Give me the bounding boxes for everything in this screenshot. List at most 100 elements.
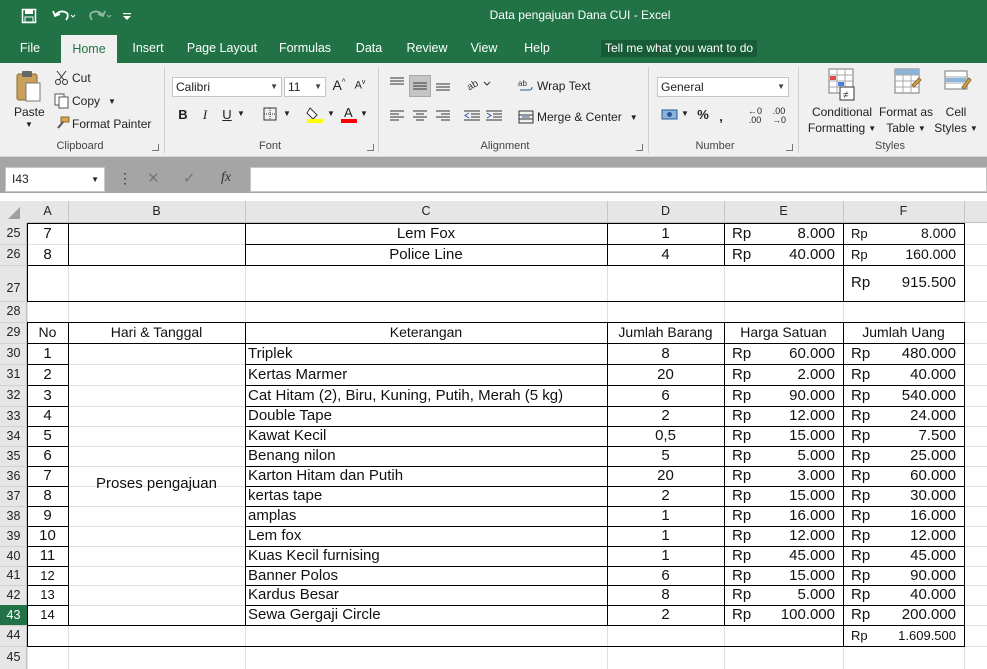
underline-icon[interactable]: U [220,107,234,122]
format-as-table-label1[interactable]: Format as [876,105,936,119]
cell-d37[interactable]: 2 [609,486,722,506]
cell-f41[interactable]: 90.000 [845,566,962,585]
cell-a38[interactable]: 9 [29,506,66,526]
borders-dropdown-icon[interactable]: ▼ [282,109,292,118]
conditional-formatting-icon[interactable]: ≠ [824,67,858,104]
merge-center-button[interactable]: Merge & Center ▼ [518,108,638,126]
format-as-table-button[interactable]: Table ▼ [876,121,936,135]
cell-c33[interactable]: Double Tape [247,406,605,426]
cell-d41[interactable]: 6 [609,566,722,585]
cell-d42[interactable]: 8 [609,585,722,605]
cancel-entry-icon[interactable]: ✕ [147,169,160,187]
column-header-f[interactable]: F [843,201,964,223]
cell-f25[interactable]: 8.000 [845,223,962,244]
header-keterangan[interactable]: Keterangan [247,322,605,343]
column-header-c[interactable]: C [245,201,607,223]
row-header-30[interactable]: 30 [0,343,27,364]
cell-c42[interactable]: Kardus Besar [247,585,605,605]
tab-file[interactable]: File [8,33,52,63]
cell-c39[interactable]: Lem fox [247,526,605,546]
name-box[interactable]: I43 ▼ [5,167,105,192]
cell-f31[interactable]: 40.000 [845,364,962,385]
cell-a40[interactable]: 11 [29,546,66,566]
number-format-select[interactable]: General ▼ [657,77,789,97]
cell-e41[interactable]: 15.000 [726,566,841,585]
cell-a35[interactable]: 6 [29,446,66,466]
cell-f43[interactable]: 200.000 [845,605,962,625]
decrease-decimal-icon[interactable]: .00 →0 [768,107,790,125]
row-header-32[interactable]: 32 [0,385,27,406]
row-header-44[interactable]: 44 [0,625,27,646]
cell-f34[interactable]: 7.500 [845,426,962,446]
cell-f39[interactable]: 12.000 [845,526,962,546]
row-header-38[interactable]: 38 [0,506,27,526]
cell-styles-button[interactable]: Styles ▼ [934,121,978,135]
tab-home[interactable]: Home [61,35,117,63]
row-header-31[interactable]: 31 [0,364,27,385]
cell-a41[interactable]: 12 [29,566,66,585]
row-header-42[interactable]: 42 [0,585,27,605]
row-header-40[interactable]: 40 [0,546,27,566]
cell-a34[interactable]: 5 [29,426,66,446]
column-header-d[interactable]: D [607,201,724,223]
cell-c26[interactable]: Police Line [247,244,605,265]
cell-e32[interactable]: 90.000 [726,385,841,406]
fill-color-icon[interactable] [305,105,325,126]
header-hari-tanggal[interactable]: Hari & Tanggal [70,322,243,343]
increase-decimal-icon[interactable]: ←0.00 [744,107,766,125]
paste-button[interactable]: Paste [14,105,46,119]
cell-e36[interactable]: 3.000 [726,466,841,486]
cell-e39[interactable]: 12.000 [726,526,841,546]
cell-d35[interactable]: 5 [609,446,722,466]
comma-style-icon[interactable]: , [716,109,726,124]
align-top-icon[interactable] [388,77,406,94]
cell-c35[interactable]: Benang nilon [247,446,605,466]
tell-me-search[interactable]: Tell me what you want to do [601,40,758,57]
cell-d26[interactable]: 4 [609,244,722,265]
cut-button[interactable]: Cut [54,70,91,86]
align-middle-icon[interactable] [409,75,431,97]
number-launcher-icon[interactable] [786,144,793,151]
cell-a32[interactable]: 3 [29,385,66,406]
cell-f35[interactable]: 25.000 [845,446,962,466]
cell-c41[interactable]: Banner Polos [247,566,605,585]
row-header-45[interactable]: 45 [0,646,27,669]
cell-c34[interactable]: Kawat Kecil [247,426,605,446]
row-header-26[interactable]: 26 [0,244,27,265]
cell-c31[interactable]: Kertas Marmer [247,364,605,385]
cell-a30[interactable]: 1 [29,343,66,364]
format-as-table-icon[interactable] [890,67,924,104]
cell-f30[interactable]: 480.000 [845,343,962,364]
copy-button[interactable]: Copy ▼ [54,93,116,109]
tab-view[interactable]: View [464,33,504,63]
row-header-34[interactable]: 34 [0,426,27,446]
align-center-icon[interactable] [411,109,429,126]
header-jumlah-barang[interactable]: Jumlah Barang [609,322,722,343]
cell-c36[interactable]: Karton Hitam dan Putih [247,466,605,486]
decrease-indent-icon[interactable] [462,109,482,126]
row-header-33[interactable]: 33 [0,406,27,426]
cell-e34[interactable]: 15.000 [726,426,841,446]
cell-f40[interactable]: 45.000 [845,546,962,566]
header-no[interactable]: No [29,322,66,343]
cell-a33[interactable]: 4 [29,406,66,426]
row-header-43[interactable]: 43 [0,605,27,625]
conditional-formatting-label1[interactable]: Conditional [806,105,878,119]
cell-e43[interactable]: 100.000 [726,605,841,625]
accounting-format-icon[interactable] [660,107,680,126]
cell-a42[interactable]: 13 [29,585,66,605]
confirm-entry-icon[interactable]: ✓ [183,169,196,187]
font-color-icon[interactable]: A [340,105,358,126]
percent-icon[interactable]: % [695,107,711,122]
formula-input[interactable] [250,167,987,192]
cell-d34[interactable]: 0,5 [609,426,722,446]
underline-dropdown-icon[interactable]: ▼ [236,109,246,118]
align-right-icon[interactable] [434,109,452,126]
borders-icon[interactable] [262,107,278,124]
cell-e26[interactable]: 40.000 [726,244,841,265]
cell-d43[interactable]: 2 [609,605,722,625]
align-left-icon[interactable] [388,109,406,126]
cell-f42[interactable]: 40.000 [845,585,962,605]
conditional-formatting-button[interactable]: Formatting ▼ [806,121,878,135]
font-name-select[interactable]: Calibri ▼ [172,77,282,97]
